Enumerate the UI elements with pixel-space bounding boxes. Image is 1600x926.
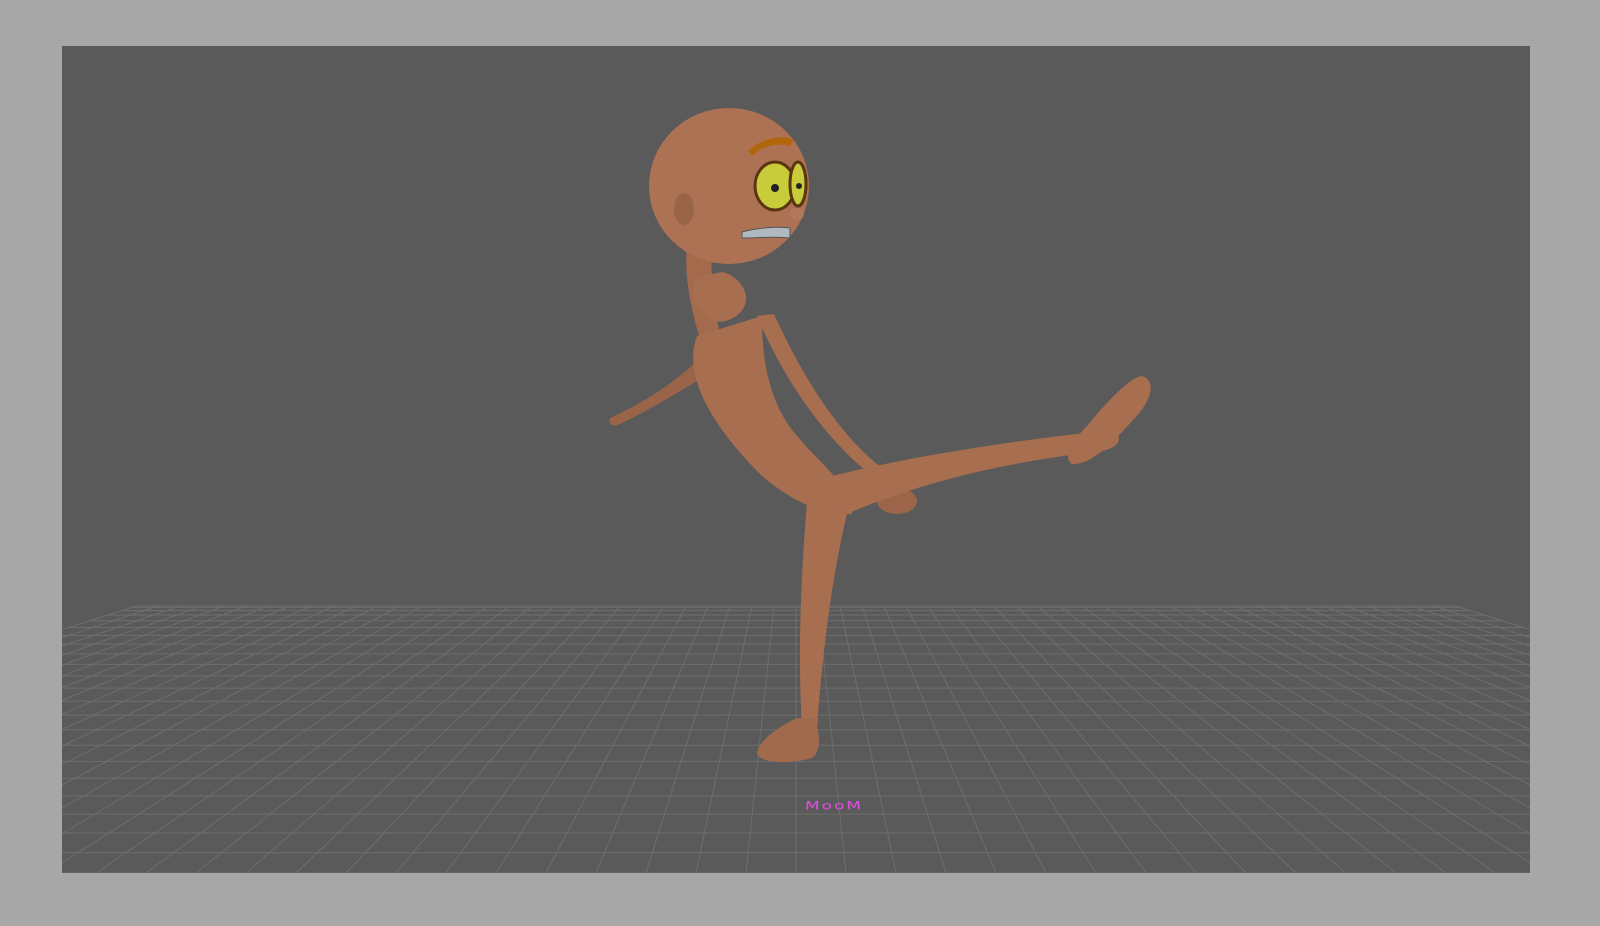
3d-viewport[interactable]: MooM: [62, 46, 1530, 873]
standing-leg: [799, 501, 847, 728]
viewport-scene: [62, 108, 1530, 873]
raised-foot: [1067, 376, 1151, 465]
standing-foot: [757, 718, 819, 763]
left-pupil: [771, 184, 779, 192]
ground-label: MooM: [802, 799, 862, 813]
right-pupil: [796, 183, 802, 189]
app-frame: MooM: [0, 0, 1600, 926]
ear: [674, 193, 694, 225]
nose: [790, 208, 804, 220]
